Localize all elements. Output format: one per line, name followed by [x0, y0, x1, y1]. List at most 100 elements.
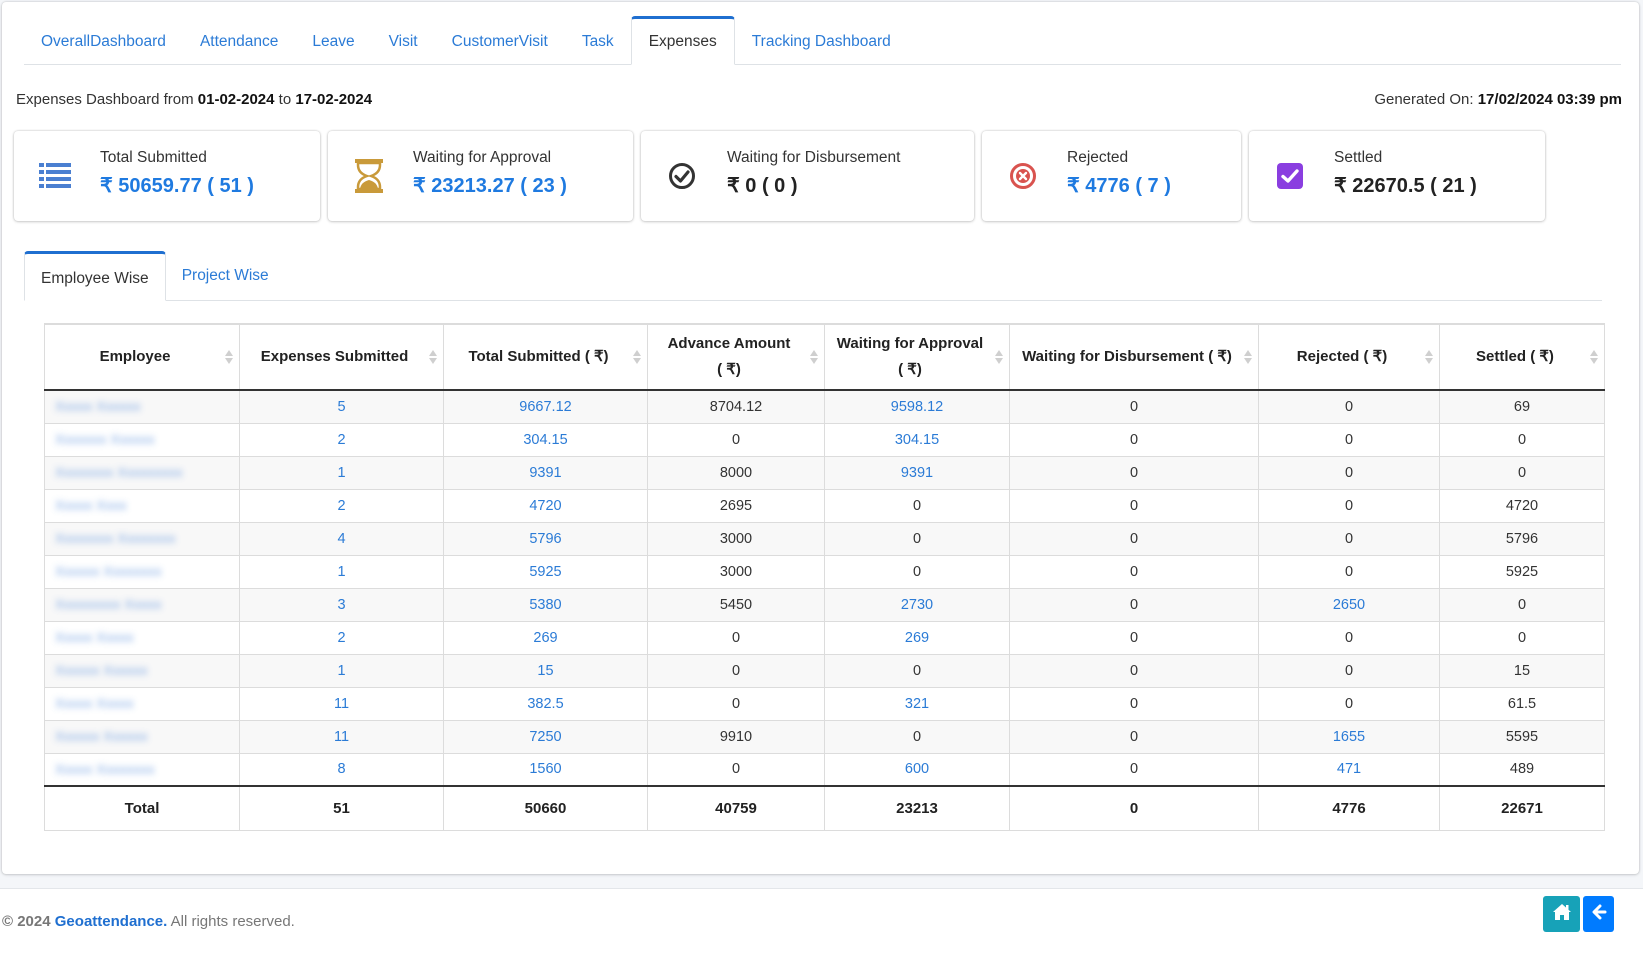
stat-card-rejected[interactable]: Rejected ₹ 4776 ( 7 )	[982, 131, 1241, 221]
tab-attendance[interactable]: Attendance	[183, 17, 295, 65]
generated-label: Generated On:	[1374, 91, 1478, 108]
employee-name-cell[interactable]: Xxxxxxxxx Xxxxx	[44, 587, 240, 622]
expenses-submitted-cell[interactable]: 2	[239, 620, 444, 655]
employee-name-cell[interactable]: Xxxxx Xxxx	[44, 488, 240, 523]
employee-name-link[interactable]: Xxxxxx Xxxxxx	[55, 728, 148, 744]
table-row: Xxxxxxx Xxxxxx 2 304.15 0 304.15 0 0 0	[44, 422, 1605, 457]
expenses-submitted-cell[interactable]: 3	[239, 587, 444, 622]
sort-icon[interactable]	[810, 349, 818, 365]
stat-card-waiting-disbursement[interactable]: Waiting for Disbursement ₹ 0 ( 0 )	[641, 131, 974, 221]
waiting-approval-cell[interactable]: 9391	[824, 455, 1010, 490]
col-advance-amount-header[interactable]: Advance Amount ( ₹)	[647, 323, 825, 391]
total-submitted-cell[interactable]: 4720	[443, 488, 648, 523]
sort-icon[interactable]	[429, 349, 437, 365]
employee-name-link[interactable]: Xxxxxxxx Xxxxxxxx	[55, 530, 176, 546]
total-submitted-cell[interactable]: 7250	[443, 719, 648, 754]
employee-name-cell[interactable]: Xxxxxx Xxxxxx	[44, 719, 240, 754]
waiting-approval-cell[interactable]: 321	[824, 686, 1010, 721]
sort-icon[interactable]	[225, 349, 233, 365]
employee-name-cell[interactable]: Xxxxxxxx Xxxxxxxxx	[44, 455, 240, 490]
sort-icon[interactable]	[633, 349, 641, 365]
col-expenses-submitted-header[interactable]: Expenses Submitted	[239, 323, 444, 391]
total-submitted-cell[interactable]: 15	[443, 653, 648, 688]
employee-name-link[interactable]: Xxxxxx Xxxxxx	[55, 662, 148, 678]
employee-name-cell[interactable]: Xxxxx Xxxxxxxx	[44, 752, 240, 787]
expenses-submitted-cell[interactable]: 5	[239, 389, 444, 424]
waiting-approval-cell[interactable]: 2730	[824, 587, 1010, 622]
employee-name-link[interactable]: Xxxxx Xxxx	[55, 497, 127, 513]
employee-name-link[interactable]: Xxxxxxxxx Xxxxx	[55, 596, 162, 612]
rejected-amount-cell[interactable]: 471	[1258, 752, 1440, 787]
stat-card-waiting-approval[interactable]: Waiting for Approval ₹ 23213.27 ( 23 )	[328, 131, 633, 221]
employee-name-link[interactable]: Xxxxxxx Xxxxxx	[55, 431, 155, 447]
tab-expenses[interactable]: Expenses	[630, 16, 735, 65]
expenses-submitted-cell[interactable]: 2	[239, 422, 444, 457]
tab-tracking-dashboard[interactable]: Tracking Dashboard	[735, 17, 908, 65]
tab-leave[interactable]: Leave	[295, 17, 371, 65]
tab-employee-wise[interactable]: Employee Wise	[24, 251, 166, 301]
employee-name-link[interactable]: Xxxxx Xxxxx	[55, 629, 134, 645]
expenses-submitted-cell[interactable]: 1	[239, 554, 444, 589]
employee-name-cell[interactable]: Xxxxx Xxxxx	[44, 686, 240, 721]
back-button[interactable]	[1583, 896, 1614, 932]
employee-name-cell[interactable]: Xxxxx Xxxxx	[44, 620, 240, 655]
expenses-submitted-cell[interactable]: 4	[239, 521, 444, 556]
waiting-disbursement-cell: 0	[1009, 488, 1259, 523]
employee-name-cell[interactable]: Xxxxx Xxxxxx	[44, 389, 240, 424]
total-submitted-cell[interactable]: 1560	[443, 752, 648, 787]
total-submitted-cell[interactable]: 5796	[443, 521, 648, 556]
rejected-amount-cell: 0	[1258, 554, 1440, 589]
sort-icon[interactable]	[995, 349, 1003, 365]
expenses-submitted-cell[interactable]: 11	[239, 719, 444, 754]
employee-name-cell[interactable]: Xxxxxxxx Xxxxxxxx	[44, 521, 240, 556]
home-button[interactable]	[1543, 896, 1580, 932]
expenses-submitted-cell[interactable]: 1	[239, 455, 444, 490]
stat-value: ₹ 23213.27 ( 23 )	[413, 175, 567, 197]
settled-amount-cell: 61.5	[1439, 686, 1605, 721]
tab-visit[interactable]: Visit	[372, 17, 435, 65]
expenses-submitted-cell[interactable]: 8	[239, 752, 444, 787]
total-submitted-cell[interactable]: 382.5	[443, 686, 648, 721]
sort-icon[interactable]	[1590, 349, 1598, 365]
total-submitted-cell[interactable]: 9391	[443, 455, 648, 490]
expenses-submitted-cell[interactable]: 2	[239, 488, 444, 523]
employee-name-link[interactable]: Xxxxxxxx Xxxxxxxxx	[55, 464, 183, 480]
employee-name-cell[interactable]: Xxxxxx Xxxxxx	[44, 653, 240, 688]
employee-name-link[interactable]: Xxxxxx Xxxxxxxx	[55, 563, 162, 579]
col-waiting-approval-header[interactable]: Waiting for Approval ( ₹)	[824, 323, 1010, 391]
total-submitted-cell[interactable]: 269	[443, 620, 648, 655]
waiting-approval-cell[interactable]: 9598.12	[824, 389, 1010, 424]
waiting-approval-cell[interactable]: 269	[824, 620, 1010, 655]
employee-name-link[interactable]: Xxxxx Xxxxxxxx	[55, 761, 155, 777]
total-submitted-cell[interactable]: 304.15	[443, 422, 648, 457]
tab-overall-dashboard[interactable]: OverallDashboard	[24, 17, 183, 65]
stat-card-settled[interactable]: Settled ₹ 22670.5 ( 21 )	[1249, 131, 1545, 221]
employee-name-link[interactable]: Xxxxx Xxxxx	[55, 695, 134, 711]
total-submitted-cell[interactable]: 9667.12	[443, 389, 648, 424]
col-employee-header[interactable]: Employee	[44, 323, 240, 391]
col-total-submitted-header[interactable]: Total Submitted ( ₹)	[443, 323, 648, 391]
rejected-amount-cell[interactable]: 2650	[1258, 587, 1440, 622]
total-submitted-cell[interactable]: 5925	[443, 554, 648, 589]
rejected-amount-cell[interactable]: 1655	[1258, 719, 1440, 754]
brand-link[interactable]: Geoattendance.	[55, 913, 168, 930]
stat-card-total-submitted[interactable]: Total Submitted ₹ 50659.77 ( 51 )	[14, 131, 320, 221]
employee-name-cell[interactable]: Xxxxxxx Xxxxxx	[44, 422, 240, 457]
expenses-submitted-cell[interactable]: 1	[239, 653, 444, 688]
col-rejected-header[interactable]: Rejected ( ₹)	[1258, 323, 1440, 391]
employee-name-cell[interactable]: Xxxxxx Xxxxxxxx	[44, 554, 240, 589]
total-submitted-cell[interactable]: 5380	[443, 587, 648, 622]
col-waiting-disbursement-header[interactable]: Waiting for Disbursement ( ₹)	[1009, 323, 1259, 391]
expenses-submitted-cell[interactable]: 11	[239, 686, 444, 721]
sort-icon[interactable]	[1244, 349, 1252, 365]
settled-amount-cell: 4720	[1439, 488, 1605, 523]
sort-icon[interactable]	[1425, 349, 1433, 365]
range-prefix: Expenses Dashboard from	[16, 91, 198, 108]
waiting-approval-cell[interactable]: 304.15	[824, 422, 1010, 457]
col-settled-header[interactable]: Settled ( ₹)	[1439, 323, 1605, 391]
tab-customer-visit[interactable]: CustomerVisit	[435, 17, 565, 65]
employee-name-link[interactable]: Xxxxx Xxxxxx	[55, 398, 141, 414]
waiting-approval-cell[interactable]: 600	[824, 752, 1010, 787]
tab-project-wise[interactable]: Project Wise	[166, 253, 285, 301]
tab-task[interactable]: Task	[565, 17, 631, 65]
